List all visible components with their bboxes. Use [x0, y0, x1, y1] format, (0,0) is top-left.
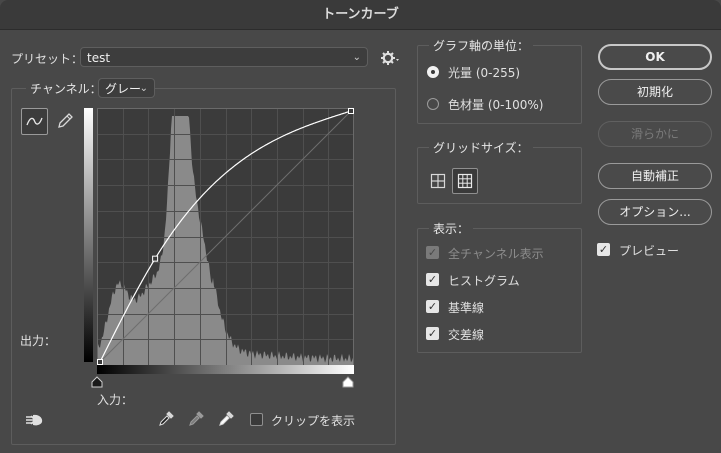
- auto-button[interactable]: 自動補正: [598, 163, 712, 189]
- unit-ink-radio[interactable]: [427, 98, 439, 110]
- unit-light-label: 光量 (0-255): [448, 66, 521, 80]
- smooth-button[interactable]: 滑らかに: [598, 121, 712, 147]
- preset-select[interactable]: test ⌄: [80, 47, 368, 67]
- pencil-icon[interactable]: [56, 111, 74, 131]
- input-label: 入力：: [97, 393, 134, 407]
- coarse-grid-icon[interactable]: [428, 171, 448, 191]
- show-all-channels-checkbox[interactable]: ✓: [426, 246, 439, 259]
- reset-button[interactable]: 初期化: [598, 79, 712, 105]
- histogram-checkbox[interactable]: ✓: [426, 273, 439, 286]
- black-eyedropper-icon[interactable]: [157, 410, 175, 428]
- gray-eyedropper-icon[interactable]: [187, 410, 205, 428]
- preview-label: プレビュー: [619, 244, 680, 258]
- output-label: 出力：: [20, 334, 57, 348]
- chevron-down-icon: ⌄: [139, 83, 148, 94]
- input-gradient-bar: [97, 365, 354, 374]
- channel-value: グレー: [105, 82, 142, 96]
- baseline-label: 基準線: [448, 301, 485, 315]
- curve-tool-icon[interactable]: [21, 108, 48, 135]
- white-point-slider[interactable]: [341, 376, 355, 388]
- options-button[interactable]: オプション...: [598, 199, 712, 225]
- display-title: 表示：: [429, 220, 474, 237]
- clip-checkbox[interactable]: [250, 413, 263, 426]
- graph-unit-title: グラフ軸の単位：: [429, 37, 534, 54]
- curve-control-point[interactable]: [97, 359, 103, 365]
- curve-control-point[interactable]: [152, 255, 159, 262]
- target-adjust-icon[interactable]: [23, 412, 45, 428]
- unit-ink-label: 色材量 (0-100%): [448, 98, 544, 112]
- intersection-line-checkbox[interactable]: ✓: [426, 327, 439, 340]
- chevron-down-icon: ⌄: [352, 52, 361, 63]
- intersection-line-label: 交差線: [448, 328, 485, 342]
- white-eyedropper-icon[interactable]: [217, 410, 235, 428]
- preset-label: プリセット：: [11, 52, 84, 66]
- channel-select[interactable]: グレー ⌄: [98, 78, 155, 98]
- show-all-channels-label: 全チャンネル表示: [448, 247, 544, 261]
- curve-graph[interactable]: [97, 108, 354, 366]
- output-gradient-bar: [84, 108, 93, 362]
- ok-button[interactable]: OK: [598, 44, 712, 70]
- preset-value: test: [87, 51, 111, 65]
- preview-checkbox[interactable]: ✓: [597, 243, 610, 256]
- tone-curve-dialog: トーンカーブ プリセット： test ⌄ チャンネル： グレー ⌄ 出力： 入力…: [0, 0, 721, 453]
- grid-size-title: グリッドサイズ：: [429, 139, 533, 156]
- curve-control-point[interactable]: [348, 108, 354, 114]
- unit-light-radio[interactable]: [427, 66, 439, 78]
- channel-label: チャンネル：: [26, 80, 106, 97]
- black-point-slider[interactable]: [90, 376, 104, 388]
- clip-label: クリップを表示: [271, 414, 356, 428]
- gear-icon[interactable]: [380, 49, 400, 67]
- histogram-label: ヒストグラム: [448, 274, 520, 288]
- baseline-checkbox[interactable]: ✓: [426, 300, 439, 313]
- dialog-title: トーンカーブ: [0, 0, 721, 30]
- fine-grid-icon[interactable]: [452, 168, 478, 194]
